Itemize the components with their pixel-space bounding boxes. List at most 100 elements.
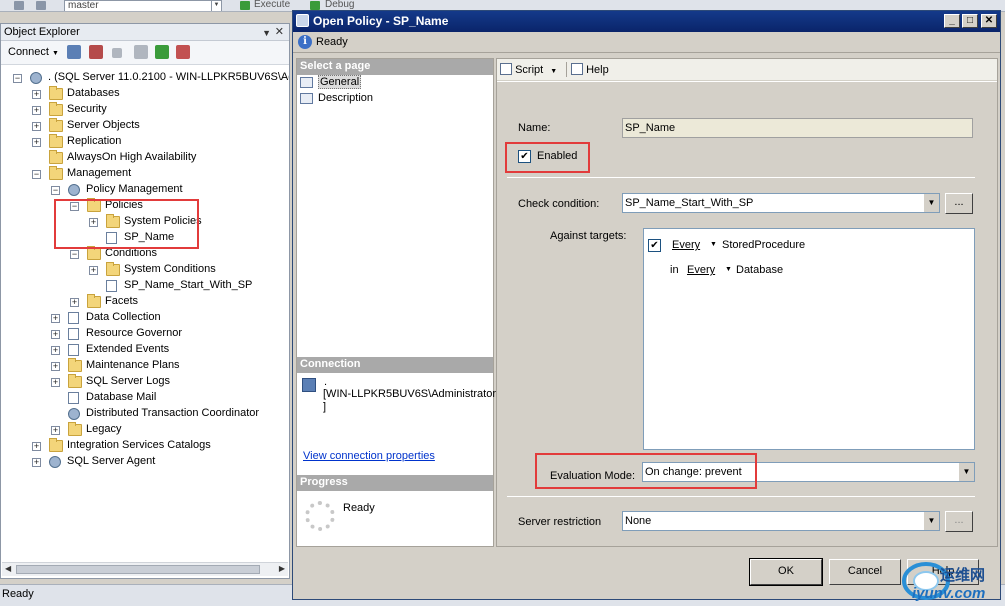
progress-section: Progress Ready — [297, 475, 493, 531]
refresh-icon[interactable] — [155, 45, 169, 59]
collapse-icon[interactable]: − — [32, 170, 41, 179]
expand-icon[interactable]: + — [89, 266, 98, 275]
expand-icon[interactable]: + — [70, 298, 79, 307]
expand-icon[interactable]: + — [32, 122, 41, 131]
expand-icon[interactable]: + — [51, 362, 60, 371]
tree-node[interactable]: + Extended Events — [1, 342, 289, 358]
expand-icon[interactable]: + — [32, 458, 41, 467]
filter-icon[interactable] — [134, 45, 148, 59]
folder-icon — [87, 294, 101, 308]
debug-button[interactable]: Debug — [325, 0, 354, 10]
object-explorer-tree: − . (SQL Server 11.0.2100 - WIN-LLPKR5BUV… — [1, 65, 289, 555]
tree-node[interactable]: + Databases — [1, 86, 289, 102]
highlight-enabled-box — [505, 142, 590, 173]
tree-node[interactable]: − Management — [1, 166, 289, 182]
stop-icon[interactable] — [112, 48, 122, 58]
tree-node[interactable]: + Data Collection — [1, 310, 289, 326]
expand-icon[interactable]: + — [51, 330, 60, 339]
maximize-button[interactable]: □ — [962, 14, 978, 28]
connection-close-bracket: ] — [323, 401, 327, 413]
collapse-icon[interactable]: − — [51, 186, 60, 195]
close-button[interactable]: ✕ — [981, 14, 997, 28]
expand-icon[interactable]: + — [32, 138, 41, 147]
tree-node[interactable]: + Maintenance Plans — [1, 358, 289, 374]
tree-node[interactable]: SP_Name_Start_With_SP — [1, 278, 289, 294]
scrollbar-thumb[interactable] — [16, 565, 260, 574]
scroll-left-icon[interactable]: ◀ — [5, 564, 11, 573]
tree-node[interactable]: + SQL Server Agent — [1, 454, 289, 470]
ok-button[interactable]: OK — [749, 558, 823, 586]
name-label: Name: — [518, 122, 551, 134]
tree-node[interactable]: Distributed Transaction Coordinator — [1, 406, 289, 422]
tree-node-label: Data Collection — [86, 311, 161, 323]
check-condition-browse-button[interactable]: ... — [945, 193, 973, 214]
extended-events-icon — [68, 344, 79, 356]
tree-node[interactable]: + Security — [1, 102, 289, 118]
tree-node[interactable]: Database Mail — [1, 390, 289, 406]
watermark-url: iyunv.com — [912, 585, 986, 602]
toolbar-tool-icon[interactable] — [36, 1, 46, 10]
horizontal-scrollbar[interactable]: ◀ ▶ — [2, 562, 288, 576]
expand-icon[interactable]: + — [51, 346, 60, 355]
view-connection-properties-link[interactable]: View connection properties — [303, 450, 435, 462]
pin-icon[interactable]: ▼ — [262, 25, 271, 41]
tree-node-label: Replication — [67, 135, 122, 147]
tree-node[interactable]: + Facets — [1, 294, 289, 310]
folder-icon — [68, 422, 82, 436]
target-checkbox[interactable]: ✔ — [648, 239, 661, 252]
expand-icon[interactable]: + — [32, 90, 41, 99]
expand-icon[interactable]: + — [51, 426, 60, 435]
execute-icon[interactable] — [240, 1, 250, 10]
script-button[interactable]: Script ▼ — [500, 63, 557, 76]
expand-icon[interactable]: + — [32, 442, 41, 451]
tree-node[interactable]: + System Conditions — [1, 262, 289, 278]
tree-node[interactable]: + Resource Governor — [1, 326, 289, 342]
page-item-general[interactable]: General — [297, 75, 493, 91]
tree-node[interactable]: − . (SQL Server 11.0.2100 - WIN-LLPKR5BUV… — [1, 70, 289, 86]
check-condition-label: Check condition: — [518, 198, 600, 210]
policy-management-icon — [68, 184, 80, 196]
check-condition-select[interactable]: SP_Name_Start_With_SP — [622, 193, 940, 213]
tree-node[interactable]: + SQL Server Logs — [1, 374, 289, 390]
tree-node[interactable]: − Policy Management — [1, 182, 289, 198]
tree-node[interactable]: + Integration Services Catalogs — [1, 438, 289, 454]
activity-monitor-icon[interactable] — [176, 45, 190, 59]
close-icon[interactable]: ✕ — [275, 24, 284, 40]
execute-button[interactable]: Execute — [254, 0, 290, 10]
tree-node[interactable]: AlwaysOn High Availability — [1, 150, 289, 166]
separator — [507, 496, 975, 497]
database-every-link[interactable]: Every — [687, 264, 715, 276]
scroll-right-icon[interactable]: ▶ — [279, 564, 285, 573]
minimize-button[interactable]: _ — [944, 14, 960, 28]
debug-icon[interactable] — [310, 1, 320, 10]
chevron-down-icon[interactable]: ▼ — [725, 266, 732, 273]
server-restriction-browse-button[interactable]: ... — [945, 511, 973, 532]
target-every-link[interactable]: Every — [672, 239, 700, 251]
disconnect-icon[interactable] — [89, 45, 103, 59]
help-button[interactable]: Help — [571, 63, 609, 76]
expand-icon[interactable]: + — [51, 314, 60, 323]
open-policy-dialog: Open Policy - SP_Name _ □ ✕ i Ready Sele… — [292, 10, 1001, 600]
info-icon: i — [298, 35, 312, 49]
collapse-icon[interactable]: − — [13, 74, 22, 83]
server-restriction-select[interactable]: None — [622, 511, 940, 531]
collapse-icon[interactable]: − — [70, 250, 79, 259]
page-item-description[interactable]: Description — [297, 91, 493, 107]
folder-icon — [49, 438, 63, 452]
expand-icon[interactable]: + — [32, 106, 41, 115]
data-collection-icon — [68, 312, 79, 324]
connect-object-icon[interactable] — [67, 45, 81, 59]
cancel-button[interactable]: Cancel — [829, 559, 901, 585]
expand-icon[interactable]: + — [51, 378, 60, 387]
tree-node[interactable]: + Server Objects — [1, 118, 289, 134]
object-explorer: Object Explorer ▼ ✕ Connect ▼ − . (SQL Se… — [0, 23, 290, 579]
connect-button[interactable]: Connect ▼ — [8, 46, 59, 58]
toolbar-tool-icon[interactable] — [14, 1, 24, 10]
tree-node[interactable]: + Replication — [1, 134, 289, 150]
database-mail-icon — [68, 392, 79, 404]
name-field[interactable]: SP_Name — [622, 118, 973, 138]
database-select[interactable]: master ▼ — [64, 0, 222, 11]
dialog-title: Open Policy - SP_Name — [313, 14, 449, 28]
tree-node[interactable]: + Legacy — [1, 422, 289, 438]
chevron-down-icon[interactable]: ▼ — [710, 241, 717, 248]
